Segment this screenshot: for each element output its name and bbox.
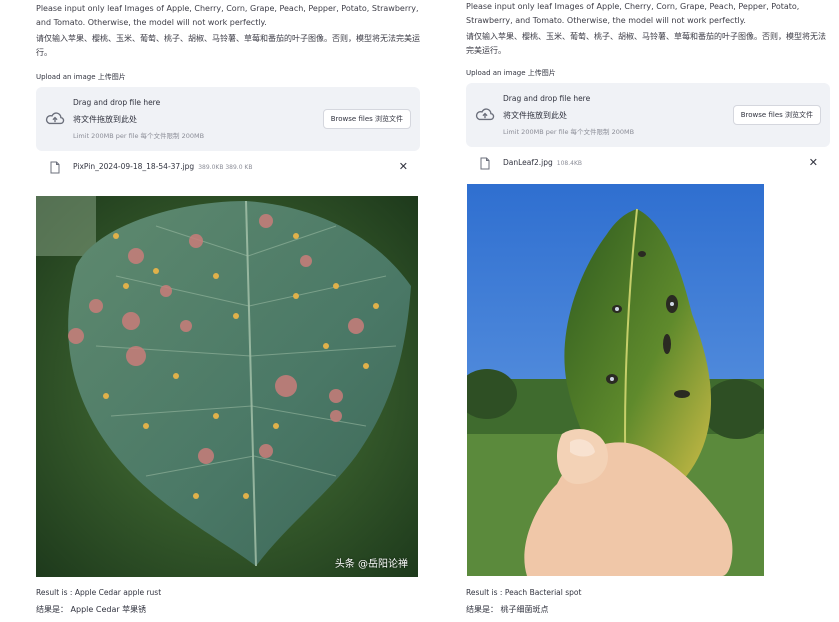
cloud-upload-icon [475, 108, 495, 121]
upload-label: Upload an image 上传图片 [466, 69, 556, 77]
dropzone-drag-text: Drag and drop file here [73, 98, 161, 107]
file-icon [480, 157, 490, 170]
upload-label: Upload an image 上传图片 [36, 73, 126, 81]
instructions-en: Please input only leaf Images of Apple, … [36, 4, 419, 27]
right-panel: Please input only leaf Images of Apple, … [466, 0, 830, 614]
dropzone-drag-text-zh: 将文件拖放到此处 [73, 115, 137, 124]
browse-files-button[interactable]: Browse files 浏览文件 [732, 105, 821, 125]
uploaded-leaf-image: 头条 @岳阳论禅 [36, 196, 418, 577]
cloud-upload-icon [45, 112, 65, 125]
dropzone-limit-text: Limit 200MB per file 每个文件限制 200MB [73, 132, 205, 140]
close-icon[interactable]: ✕ [399, 160, 408, 174]
file-dropzone[interactable]: Drag and drop file here 将文件拖放到此处 Limit 2… [466, 83, 830, 147]
browse-files-button[interactable]: Browse files 浏览文件 [322, 109, 411, 129]
dropzone-drag-text: Drag and drop file here [503, 94, 591, 103]
uploaded-leaf-image [467, 184, 764, 576]
uploaded-file-size: 108.4KB [556, 160, 583, 167]
left-panel: Please input only leaf Images of Apple, … [36, 0, 420, 614]
instructions-zh: 请仅输入苹果、樱桃、玉米、葡萄、桃子、胡椒、马铃薯、草莓和番茄的叶子图像。否则，… [466, 32, 826, 55]
dropzone-limit-text: Limit 200MB per file 每个文件限制 200MB [503, 128, 635, 136]
dropzone-drag-text-zh: 将文件拖放到此处 [503, 111, 567, 120]
result-text-en: Result is : Peach Bacterial spot [466, 588, 582, 597]
file-dropzone[interactable]: Drag and drop file here 将文件拖放到此处 Limit 2… [36, 87, 420, 151]
uploaded-file-name: PixPin_2024-09-18_18-54-37.jpg 389.0KB 38… [73, 162, 253, 171]
instructions-zh: 请仅输入苹果、樱桃、玉米、葡萄、桃子、胡椒、马铃薯、草莓和番茄的叶子图像。否则，… [36, 34, 420, 57]
uploaded-file-size: 389.0KB 389.0 KB [198, 164, 253, 171]
instructions-en: Please input only leaf Images of Apple, … [466, 2, 800, 25]
file-icon [50, 161, 60, 174]
close-icon[interactable]: ✕ [809, 156, 818, 170]
image-watermark: 头条 @岳阳论禅 [334, 559, 408, 570]
uploaded-file-name: DanLeaf2.jpg 108.4KB [503, 158, 583, 167]
result-text-zh: 结果是： Apple Cedar 苹果锈 [36, 605, 147, 614]
result-text-en: Result is : Apple Cedar apple rust [36, 588, 162, 597]
result-text-zh: 结果是： 桃子细菌斑点 [466, 605, 549, 614]
uploaded-file-row: PixPin_2024-09-18_18-54-37.jpg 389.0KB 38… [36, 159, 420, 177]
uploaded-file-row: DanLeaf2.jpg 108.4KB ✕ [466, 155, 830, 173]
